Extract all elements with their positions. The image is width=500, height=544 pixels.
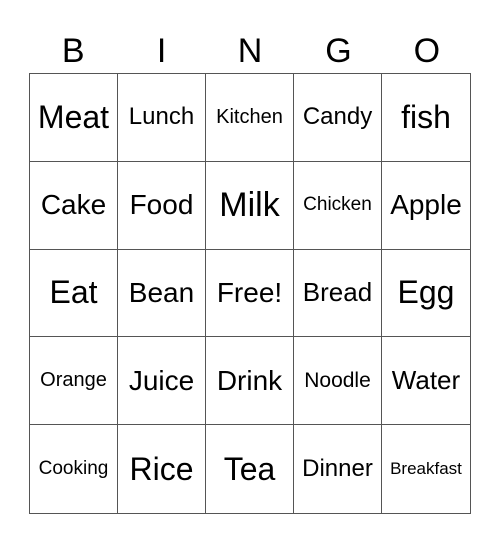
bingo-free-space[interactable]: Free! [206, 249, 294, 338]
header-letter-n: N [237, 32, 263, 70]
bingo-cell[interactable]: Dinner [294, 425, 382, 513]
bingo-cell[interactable]: Bean [118, 249, 206, 338]
bingo-cell[interactable]: Cake [30, 161, 118, 250]
bingo-cell[interactable]: Candy [294, 74, 382, 162]
header-letter-i: I [156, 32, 167, 70]
bingo-cell[interactable]: Milk [206, 161, 294, 250]
bingo-grid: Meat Lunch Kitchen Candy fish Cake Food … [29, 73, 471, 514]
bingo-cell[interactable]: Juice [118, 337, 206, 426]
bingo-cell[interactable]: Water [382, 337, 470, 426]
bingo-cell[interactable]: Lunch [118, 74, 206, 162]
bingo-header: B I N G O [29, 30, 471, 72]
bingo-cell[interactable]: Rice [118, 425, 206, 513]
bingo-cell[interactable]: Noodle [294, 337, 382, 426]
header-letter-g: G [325, 32, 352, 70]
bingo-cell[interactable]: Drink [206, 337, 294, 426]
bingo-cell[interactable]: Apple [382, 162, 470, 250]
header-letter-o: O [413, 32, 441, 70]
bingo-cell[interactable]: Meat [30, 74, 118, 162]
bingo-cell[interactable]: Orange [30, 337, 118, 426]
bingo-cell[interactable]: Food [118, 161, 206, 250]
bingo-cell[interactable]: Kitchen [206, 74, 294, 162]
header-letter-b: B [61, 32, 85, 70]
bingo-cell[interactable]: Bread [294, 249, 382, 338]
bingo-cell[interactable]: fish [382, 74, 470, 162]
bingo-cell[interactable]: Eat [30, 249, 118, 338]
bingo-cell[interactable]: Cooking [30, 425, 118, 513]
bingo-cell[interactable]: Egg [382, 250, 470, 338]
bingo-cell[interactable]: Tea [206, 425, 294, 513]
bingo-cell[interactable]: Breakfast [382, 425, 470, 513]
bingo-cell[interactable]: Chicken [294, 161, 382, 250]
